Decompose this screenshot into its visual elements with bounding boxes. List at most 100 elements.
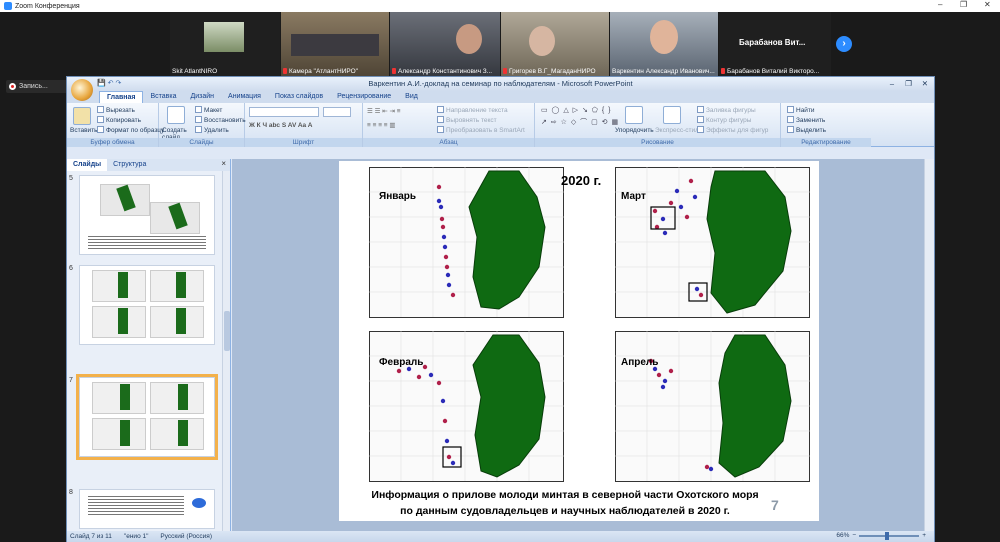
text-direction-icon xyxy=(437,106,444,113)
quick-access-save-icon[interactable]: 💾 ↶ ↷ xyxy=(97,77,121,91)
catch-point xyxy=(450,292,456,298)
layout-button[interactable]: Макет xyxy=(195,106,222,114)
paste-icon[interactable] xyxy=(73,107,91,125)
catch-point xyxy=(446,282,452,288)
arrange-button[interactable]: Упорядочить xyxy=(615,127,654,134)
copy-button[interactable]: Копировать xyxy=(97,116,141,124)
office-button[interactable] xyxy=(71,79,93,101)
slide-number: 6 xyxy=(69,265,73,272)
tab-insert[interactable]: Вставка xyxy=(143,91,183,103)
catch-point xyxy=(443,254,449,260)
video-tile-5[interactable]: Варкентин Александр Иванович... xyxy=(610,12,718,76)
text-direction-button[interactable]: Направление текста xyxy=(437,106,508,114)
list-buttons[interactable]: ☰ ☰ ⇤ ⇥ ≡ xyxy=(367,107,401,115)
tab-design[interactable]: Дизайн xyxy=(184,91,222,103)
catch-point xyxy=(436,380,442,386)
participant-big-name: Барабанов Вит... xyxy=(739,38,806,47)
catch-point xyxy=(439,216,445,222)
replace-button[interactable]: Заменить xyxy=(787,116,825,124)
reset-button[interactable]: Восстановить xyxy=(195,116,246,124)
zoom-out-icon[interactable]: − xyxy=(852,532,856,539)
catch-point xyxy=(698,292,704,298)
catch-point xyxy=(422,364,428,370)
align-text-icon xyxy=(437,116,444,123)
select-button[interactable]: Выделить xyxy=(787,126,826,134)
paste-button[interactable]: Вставить xyxy=(70,127,98,134)
map-april xyxy=(615,331,810,491)
zoom-in-icon[interactable]: + xyxy=(922,532,926,539)
catch-point xyxy=(438,204,444,210)
ppt-close-button[interactable]: ✕ xyxy=(922,77,928,91)
new-slide-icon[interactable] xyxy=(167,106,185,124)
smartart-button[interactable]: Преобразовать в SmartArt xyxy=(437,126,525,134)
next-participants-button[interactable]: › xyxy=(836,36,852,52)
cut-button[interactable]: Вырезать xyxy=(97,106,135,114)
catch-point xyxy=(668,368,674,374)
month-label-march: Март xyxy=(621,191,646,202)
catch-point xyxy=(660,384,666,390)
format-painter-button[interactable]: Формат по образцу xyxy=(97,126,164,134)
ppt-minimize-button[interactable]: – xyxy=(890,77,894,91)
catch-point xyxy=(428,372,434,378)
delete-slide-button[interactable]: Удалить xyxy=(195,126,229,134)
quick-styles-icon[interactable] xyxy=(663,106,681,124)
shape-outline-button[interactable]: Контур фигуры xyxy=(697,116,751,124)
video-tile-6[interactable]: Барабанов Вит... Барабанов Виталий Викто… xyxy=(719,12,831,76)
brush-icon xyxy=(97,126,104,133)
align-text-button[interactable]: Выровнять текст xyxy=(437,116,497,124)
recording-indicator[interactable]: Запись... xyxy=(6,80,68,93)
group-label: Рисование xyxy=(535,138,780,147)
scissors-icon xyxy=(97,106,104,113)
shapes-gallery[interactable]: ▭ ◯ △ ▷ ↘ ⬠ { } xyxy=(541,106,611,114)
zoom-control[interactable]: 66% − + xyxy=(836,531,926,540)
tab-view[interactable]: Вид xyxy=(398,91,425,103)
close-button[interactable]: ✕ xyxy=(984,0,991,9)
slides-pane-tabs: Слайды Структура × xyxy=(67,159,230,171)
zoom-slider[interactable] xyxy=(859,531,920,540)
catch-point xyxy=(662,230,668,236)
slide-thumbnail-5[interactable] xyxy=(79,175,215,255)
zoom-level: 66% xyxy=(836,532,850,539)
catch-point xyxy=(436,198,442,204)
catch-point xyxy=(445,272,451,278)
arrange-icon[interactable] xyxy=(625,106,643,124)
align-buttons[interactable]: ≡ ≡ ≡ ≡ ▥ xyxy=(367,121,396,129)
font-format-buttons[interactable]: Ж К Ч abc S AV Aa A xyxy=(249,122,312,129)
close-pane-button[interactable]: × xyxy=(221,159,226,168)
video-tile-3[interactable]: Александр Константинович З... xyxy=(390,12,500,76)
tab-home[interactable]: Главная xyxy=(99,91,144,103)
ppt-maximize-button[interactable]: ❐ xyxy=(905,77,912,91)
shape-effects-button[interactable]: Эффекты для фигур xyxy=(697,126,768,134)
powerpoint-window: 💾 ↶ ↷ Варкентин А.И.-доклад на семинар п… xyxy=(66,76,935,542)
shapes-gallery-row2[interactable]: ↗ ⇨ ☆ ◇ ⌒ ▢ ⟲ ▦ xyxy=(541,117,619,127)
font-size-combo[interactable] xyxy=(323,107,351,117)
video-tile-1[interactable]: Skit AtlantNIRO xyxy=(170,12,280,76)
font-name-combo[interactable] xyxy=(249,107,319,117)
quick-styles-button[interactable]: Экспресс-стили xyxy=(655,127,703,134)
tab-outline[interactable]: Структура xyxy=(107,159,152,171)
tab-review[interactable]: Рецензирование xyxy=(330,91,398,103)
slide-thumbnail-8[interactable] xyxy=(79,489,215,529)
slide-thumbnail-6[interactable] xyxy=(79,265,215,345)
slide-scrollbar[interactable] xyxy=(924,159,934,531)
slides-pane-scrollbar[interactable] xyxy=(222,171,230,531)
tab-slideshow[interactable]: Показ слайдов xyxy=(268,91,330,103)
group-slides: Создать слайд Макет Восстановить Удалить… xyxy=(159,103,246,147)
catch-point xyxy=(440,224,446,230)
slide-number: 5 xyxy=(69,175,73,182)
slide-thumbnail-7-selected[interactable] xyxy=(76,374,218,460)
delete-icon xyxy=(195,126,202,133)
video-tile-4[interactable]: Григорев В.Г_МагаданНИРО xyxy=(501,12,609,76)
maximize-button[interactable]: ❐ xyxy=(960,0,967,9)
find-button[interactable]: Найти xyxy=(787,106,815,114)
cursor-icon xyxy=(787,126,794,133)
current-slide[interactable]: 2020 г. Январь Март Февраль Апрель Инфор… xyxy=(339,161,819,521)
month-label-february: Февраль xyxy=(379,357,424,368)
tab-animation[interactable]: Анимация xyxy=(221,91,268,103)
status-language[interactable]: Русский (Россия) xyxy=(160,533,212,540)
reset-icon xyxy=(195,116,202,123)
minimize-button[interactable]: – xyxy=(938,0,942,9)
shape-fill-button[interactable]: Заливка фигуры xyxy=(697,106,756,114)
tab-slides[interactable]: Слайды xyxy=(67,159,108,171)
video-tile-2[interactable]: Камера ''АтлантНИРО'' xyxy=(281,12,389,76)
